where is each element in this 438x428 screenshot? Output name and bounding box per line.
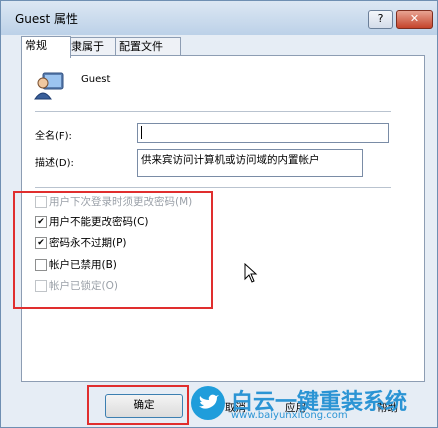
divider-middle bbox=[35, 187, 391, 188]
ok-button-highlight-box bbox=[87, 385, 189, 425]
window-title: Guest 属性 bbox=[15, 12, 79, 26]
user-account-icon bbox=[34, 72, 64, 100]
mouse-cursor-icon bbox=[244, 263, 258, 283]
checkbox-highlight-box bbox=[13, 191, 213, 309]
tab-member-of[interactable]: 隶属于 bbox=[67, 37, 119, 56]
tab-profile[interactable]: 配置文件 bbox=[115, 37, 181, 56]
title-help-button[interactable]: ? bbox=[368, 10, 393, 29]
title-bar[interactable]: Guest 属性 ? ✕ bbox=[1, 1, 437, 35]
fullname-input[interactable] bbox=[137, 123, 389, 143]
properties-window: Guest 属性 ? ✕ 常规 隶属于 配置文件 Guest 全名(F): 描述… bbox=[0, 0, 438, 428]
fullname-label: 全名(F): bbox=[35, 131, 72, 142]
watermark-url: www.baiyunxitong.com bbox=[231, 410, 348, 421]
description-input[interactable]: 供来宾访问计算机或访问域的内置帐户 bbox=[137, 149, 363, 177]
divider-top bbox=[35, 111, 391, 112]
title-close-button[interactable]: ✕ bbox=[396, 10, 433, 29]
twitter-bird-logo-icon bbox=[191, 386, 225, 420]
tab-general[interactable]: 常规 bbox=[21, 36, 71, 58]
description-label: 描述(D): bbox=[35, 158, 74, 169]
watermark: 白云一键重装系统 www.baiyunxitong.com bbox=[191, 382, 438, 426]
user-name: Guest bbox=[81, 74, 111, 85]
text-caret bbox=[141, 126, 142, 139]
